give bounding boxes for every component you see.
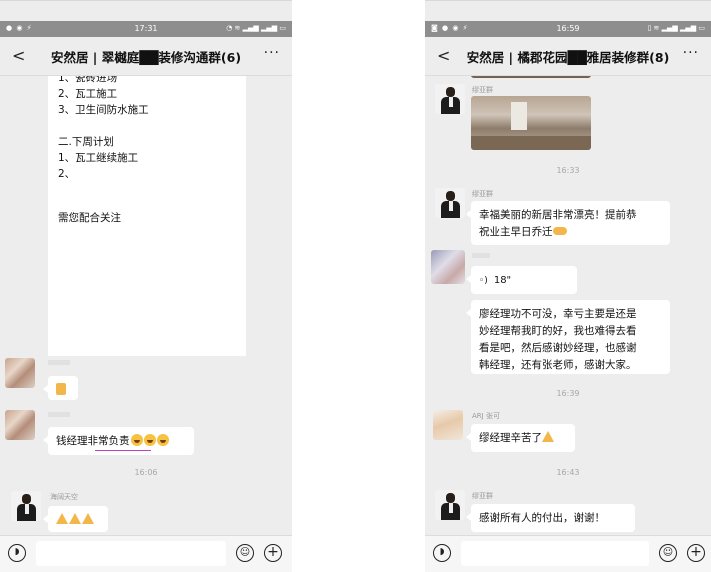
emoji-icon[interactable]: ☺	[659, 544, 677, 562]
voice-wave-icon: ◦)	[479, 276, 488, 286]
chat-title: 安然居 | 翠樾庭██装修沟通群(6)	[50, 50, 242, 65]
avatar[interactable]	[5, 358, 35, 388]
doc-line	[58, 118, 236, 134]
avatar[interactable]	[5, 410, 35, 440]
status-right-icons: ◔ ≋ ▂▄▆ ▂▄▆ ▭	[226, 24, 286, 32]
message-text: 钱经理非常负责	[56, 435, 130, 447]
pray-icon	[69, 513, 81, 524]
chat-header: < 安然居 | 翠樾庭██装修沟通群(6) ···	[0, 37, 292, 76]
sender-name-blurred	[472, 253, 490, 258]
timestamp: 16:39	[556, 389, 580, 398]
message-bubble[interactable]: 缪经理辛苦了	[466, 424, 575, 452]
image-message[interactable]	[471, 76, 591, 78]
sender-name: 缪亚群	[472, 492, 493, 500]
message-bubble[interactable]	[43, 376, 78, 400]
message-bubble[interactable]	[43, 506, 108, 532]
message-text-line: 祝业主早日乔迁	[479, 226, 553, 238]
left-phone-screen: ● ◉ ⚡ 17:31 ◔ ≋ ▂▄▆ ▂▄▆ ▭ < 安然居 | 翠樾庭██装…	[0, 0, 292, 572]
message-bubble[interactable]: 感谢所有人的付出，谢谢！	[466, 504, 635, 532]
underline-mark	[95, 450, 151, 451]
emoji-icon[interactable]: ☺	[236, 544, 254, 562]
grin-emoji-icon	[130, 434, 143, 446]
doc-line: 2、	[58, 168, 76, 180]
message-list[interactable]: 1、瓷砖进场 2、瓦工施工 3、卫生间防水施工 二.下周计划 1、瓦工继续施工 …	[0, 76, 292, 536]
message-input[interactable]	[461, 541, 649, 566]
avatar[interactable]	[433, 410, 463, 440]
sender-name: 海阔天空	[50, 493, 78, 501]
handshake-icon	[552, 227, 567, 235]
status-right-icons: ▯ ≋ ▂▄▆ ▂▄▆ ▭	[647, 24, 705, 32]
avatar[interactable]	[435, 84, 465, 114]
timestamp: 16:43	[556, 468, 580, 477]
doc-line: 1、瓷砖进场	[58, 76, 118, 84]
message-text-line: 妙经理帮我盯的好，我也难得去看	[479, 325, 637, 337]
voice-message-bubble[interactable]: ◦) 18"	[466, 266, 577, 294]
doc-line: 3、卫生间防水施工	[58, 104, 149, 116]
avatar[interactable]	[435, 490, 465, 520]
top-divider	[425, 0, 711, 1]
report-document[interactable]: 1、瓷砖进场 2、瓦工施工 3、卫生间防水施工 二.下周计划 1、瓦工继续施工 …	[48, 76, 246, 356]
chat-title: 安然居 | 橘郡花园██雅居装修群(8)	[466, 50, 670, 65]
top-divider	[0, 0, 292, 1]
sender-name: 缪亚群	[472, 86, 493, 94]
sender-name-blurred	[48, 360, 70, 365]
status-bar: ● ◉ ⚡ 17:31 ◔ ≋ ▂▄▆ ▂▄▆ ▭	[0, 21, 292, 37]
doc-line: 1、瓦工继续施工	[58, 152, 139, 164]
doc-line	[58, 182, 236, 198]
message-text: 缪经理辛苦了	[479, 432, 542, 444]
avatar[interactable]	[11, 491, 41, 521]
grin-emoji-icon	[143, 434, 156, 446]
pray-icon	[82, 513, 94, 524]
sender-name: 缪亚群	[472, 190, 493, 198]
message-text: 感谢所有人的付出，谢谢！	[479, 512, 605, 524]
more-icon[interactable]: ···	[683, 45, 699, 61]
voice-duration: 18"	[493, 275, 512, 286]
more-icon[interactable]: ···	[264, 45, 280, 61]
thumbs-up-icon	[56, 383, 66, 395]
voice-icon[interactable]: ◗	[433, 544, 451, 562]
back-arrow-icon[interactable]: <	[437, 46, 450, 65]
message-text-line: 幸福美丽的新居非常漂亮！提前恭	[479, 209, 637, 221]
plus-icon[interactable]: +	[687, 544, 705, 562]
avatar[interactable]	[431, 250, 465, 284]
doc-line: 二.下周计划	[58, 136, 114, 148]
status-bar: ◙ ● ◉ ⚡ 16:59 ▯ ≋ ▂▄▆ ▂▄▆ ▭	[425, 21, 711, 37]
message-text-line: 韩经理，还有张老师，感谢大家。	[479, 359, 637, 371]
voice-icon[interactable]: ◗	[8, 544, 26, 562]
sender-name: ARJ 张可	[472, 412, 500, 420]
timestamp: 16:06	[134, 468, 158, 477]
plus-icon[interactable]: +	[264, 544, 282, 562]
pray-icon	[542, 431, 554, 442]
doc-line: 需您配合关注	[58, 212, 121, 224]
back-arrow-icon[interactable]: <	[12, 46, 25, 65]
right-phone-screen: ◙ ● ◉ ⚡ 16:59 ▯ ≋ ▂▄▆ ▂▄▆ ▭ < 安然居 | 橘郡花园…	[425, 0, 711, 572]
message-input[interactable]	[36, 541, 226, 566]
message-bubble[interactable]: 廖经理功不可没，幸亏主要是还是 妙经理帮我盯的好，我也难得去看 看是吧，然后感谢…	[466, 300, 670, 374]
grin-emoji-icon	[156, 434, 169, 446]
message-text-line: 看是吧，然后感谢妙经理，也感谢	[479, 342, 637, 354]
input-bar: ◗ ☺ +	[0, 535, 292, 572]
image-message[interactable]	[471, 96, 591, 150]
timestamp: 16:33	[556, 166, 580, 175]
chat-header: < 安然居 | 橘郡花园██雅居装修群(8) ···	[425, 37, 711, 76]
avatar[interactable]	[435, 188, 465, 218]
message-list[interactable]: 缪亚群 16:33 缪亚群 幸福美丽的新居非常漂亮！提前恭 祝业主早日乔迁 ◦)…	[425, 76, 711, 536]
message-bubble[interactable]: 幸福美丽的新居非常漂亮！提前恭 祝业主早日乔迁	[466, 201, 670, 245]
message-text-line: 廖经理功不可没，幸亏主要是还是	[479, 308, 637, 320]
pray-icon	[56, 513, 68, 524]
sender-name-blurred	[48, 412, 70, 417]
input-bar: ◗ ☺ +	[425, 535, 711, 572]
doc-line: 2、瓦工施工	[58, 88, 118, 100]
